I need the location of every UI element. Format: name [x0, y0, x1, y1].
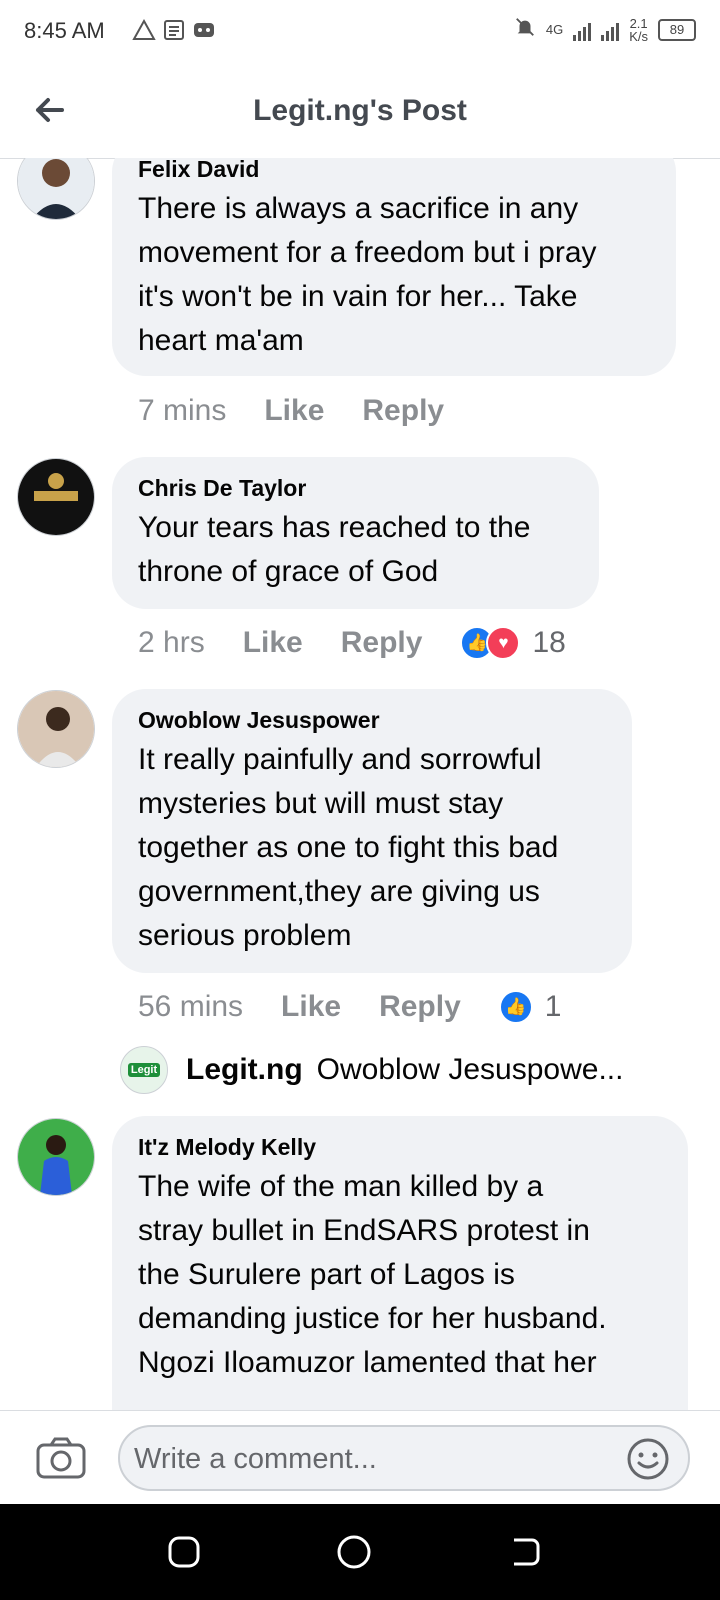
reply-button[interactable]: Reply	[362, 394, 444, 428]
avatar[interactable]	[17, 1118, 95, 1196]
comment-input-placeholder: Write a comment...	[134, 1443, 377, 1475]
bell-muted-icon	[514, 16, 536, 43]
reactions-summary[interactable]: 👍 1	[498, 990, 562, 1024]
reactions-summary[interactable]: 👍 ♥ 18	[460, 626, 566, 660]
page-title: Legit.ng's Post	[253, 94, 467, 127]
comment-bubble[interactable]: It'z Melody Kelly The wife of the man ki…	[112, 1116, 688, 1410]
signal-icon-2	[601, 19, 620, 41]
comment-text: The wife of the man killed by a stray bu…	[138, 1170, 607, 1379]
news-icon	[162, 18, 186, 42]
comment-time: 2 hrs	[138, 626, 205, 659]
comment-text: It really painfully and sorrowful myster…	[138, 743, 559, 952]
comment-text: There is always a sacrifice in any movem…	[138, 192, 597, 357]
reply-button[interactable]: Reply	[379, 990, 461, 1024]
avatar[interactable]	[17, 690, 95, 768]
comment-author[interactable]: Owoblow Jesuspower	[138, 707, 606, 734]
reply-snippet: Owoblow Jesuspowe...	[316, 1053, 624, 1086]
battery-indicator: 89	[658, 18, 696, 41]
comment-time: 56 mins	[138, 990, 244, 1023]
camera-icon[interactable]	[36, 1435, 86, 1481]
like-button[interactable]: Like	[264, 394, 324, 428]
reply-button[interactable]: Reply	[341, 626, 423, 660]
reply-preview[interactable]: Legit Legit.ng Owoblow Jesuspowe...	[120, 1046, 623, 1094]
network-speed: 2.1 K/s	[629, 15, 648, 44]
comment-author[interactable]: Chris De Taylor	[138, 475, 573, 502]
like-button[interactable]: Like	[243, 626, 303, 660]
comment-time: 7 mins	[138, 394, 227, 427]
comment-author[interactable]: It'z Melody Kelly	[138, 1134, 662, 1161]
post-header: Legit.ng's Post	[0, 64, 720, 159]
home-icon[interactable]	[334, 1532, 374, 1572]
status-time: 8:45 AM	[24, 18, 105, 43]
comment-composer: Write a comment...	[0, 1410, 720, 1505]
comment-meta: 2 hrs Like Reply 👍 ♥ 18	[138, 626, 566, 660]
gamepad-icon	[192, 18, 216, 42]
like-reaction-icon: 👍	[498, 990, 533, 1024]
comment-meta: 56 mins Like Reply 👍 1	[138, 990, 561, 1024]
alert-triangle-icon	[132, 18, 156, 42]
recents-icon[interactable]	[164, 1532, 204, 1572]
status-notification-icons	[132, 18, 216, 42]
like-button[interactable]: Like	[281, 990, 341, 1024]
avatar[interactable]	[17, 458, 95, 536]
system-nav-bar	[0, 1504, 720, 1600]
comment-input[interactable]: Write a comment...	[118, 1425, 690, 1491]
comment-meta: 7 mins Like Reply	[138, 394, 482, 428]
comment-bubble[interactable]: Owoblow Jesuspower It really painfully a…	[112, 689, 632, 973]
network-type: 4G	[545, 22, 564, 37]
avatar[interactable]	[17, 158, 95, 220]
legit-logo: Legit	[120, 1046, 168, 1094]
emoji-icon[interactable]	[626, 1437, 670, 1481]
reply-author[interactable]: Legit.ng	[186, 1053, 303, 1087]
reaction-count: 1	[544, 990, 562, 1023]
comments-feed[interactable]: Felix David There is always a sacrifice …	[0, 158, 720, 1410]
signal-icon	[573, 19, 592, 41]
comment-text: Your tears has reached to the throne of …	[138, 511, 531, 588]
status-bar: 8:45 AM 4G 2.1 K/s 89	[0, 0, 720, 64]
comment-bubble[interactable]: Felix David There is always a sacrifice …	[112, 158, 676, 376]
love-reaction-icon: ♥	[486, 626, 521, 660]
status-right-icons: 4G 2.1 K/s 89	[514, 16, 696, 43]
comment-bubble[interactable]: Chris De Taylor Your tears has reached t…	[112, 457, 599, 609]
reaction-count: 18	[532, 626, 566, 659]
back-nav-icon[interactable]	[504, 1532, 544, 1572]
comment-author[interactable]: Felix David	[138, 158, 650, 183]
